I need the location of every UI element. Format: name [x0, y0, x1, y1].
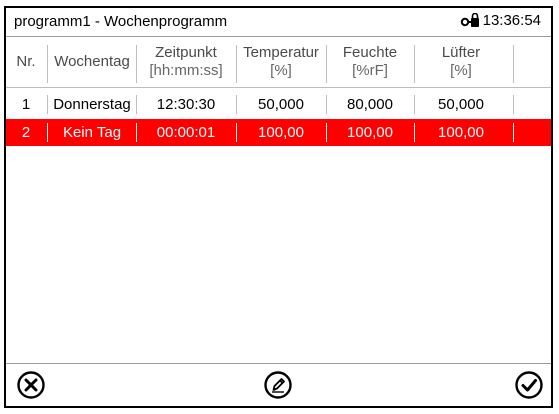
- close-circle-icon: [17, 371, 45, 399]
- column-label: Wochentag: [54, 53, 130, 70]
- column-header-zeitpunkt: Zeitpunkt [hh:mm:ss]: [137, 37, 235, 87]
- column-unit: [%]: [270, 62, 292, 79]
- cell-zeitpunkt: 00:00:01: [156, 124, 216, 141]
- button-bar: [6, 363, 551, 406]
- window-title: programm1 - Wochenprogramm: [14, 13, 228, 30]
- cell-wochentag: Kein Tag: [62, 124, 122, 141]
- cell-wochentag: Donnerstag: [53, 96, 131, 113]
- cell-nr: 2: [21, 124, 31, 141]
- confirm-button[interactable]: [514, 370, 544, 400]
- cancel-button[interactable]: [16, 370, 46, 400]
- column-header-feuchte: Feuchte [%rF]: [327, 37, 413, 87]
- column-label: Nr.: [16, 53, 36, 70]
- column-label: Feuchte: [342, 44, 398, 61]
- table-row[interactable]: 1 Donnerstag 12:30:30 50,000 80,000 50,0…: [6, 91, 551, 118]
- cell-feuchte: 100,00: [347, 124, 393, 141]
- checkmark-circle-icon: [515, 371, 543, 399]
- key-lock-icon: [460, 12, 479, 27]
- edit-pencil-icon: [264, 371, 292, 399]
- column-header-luefter: Lüfter [%]: [415, 37, 507, 87]
- column-unit: [%rF]: [352, 62, 388, 79]
- time-display: 13:36:54: [482, 12, 541, 29]
- column-label: Zeitpunkt: [155, 44, 217, 61]
- clock: 13:36:54: [460, 12, 541, 29]
- cell-temperatur: 50,000: [258, 96, 304, 113]
- column-unit: [hh:mm:ss]: [149, 62, 223, 79]
- cell-feuchte: 80,000: [347, 96, 393, 113]
- column-label: Lüfter: [441, 44, 481, 61]
- program-window: programm1 - Wochenprogramm 13:36:54 Nr. …: [4, 6, 553, 408]
- column-divider: [513, 45, 514, 83]
- cell-temperatur: 100,00: [258, 124, 304, 141]
- cell-luefter: 100,00: [438, 124, 484, 141]
- cell-nr: 1: [21, 96, 31, 113]
- column-header-temperatur: Temperatur [%]: [237, 37, 325, 87]
- column-header-wochentag: Wochentag: [48, 37, 136, 87]
- cell-luefter: 50,000: [438, 96, 484, 113]
- title-bar: programm1 - Wochenprogramm 13:36:54: [6, 8, 551, 37]
- edit-button[interactable]: [263, 370, 293, 400]
- table-header: Nr. Wochentag Zeitpunkt [hh:mm:ss] Tempe…: [6, 37, 551, 88]
- column-header-nr: Nr.: [6, 37, 46, 87]
- column-label: Temperatur: [243, 44, 319, 61]
- cell-zeitpunkt: 12:30:30: [156, 96, 216, 113]
- table-row-selected[interactable]: 2 Kein Tag 00:00:01 100,00 100,00 100,00: [6, 119, 551, 146]
- column-unit: [%]: [450, 62, 472, 79]
